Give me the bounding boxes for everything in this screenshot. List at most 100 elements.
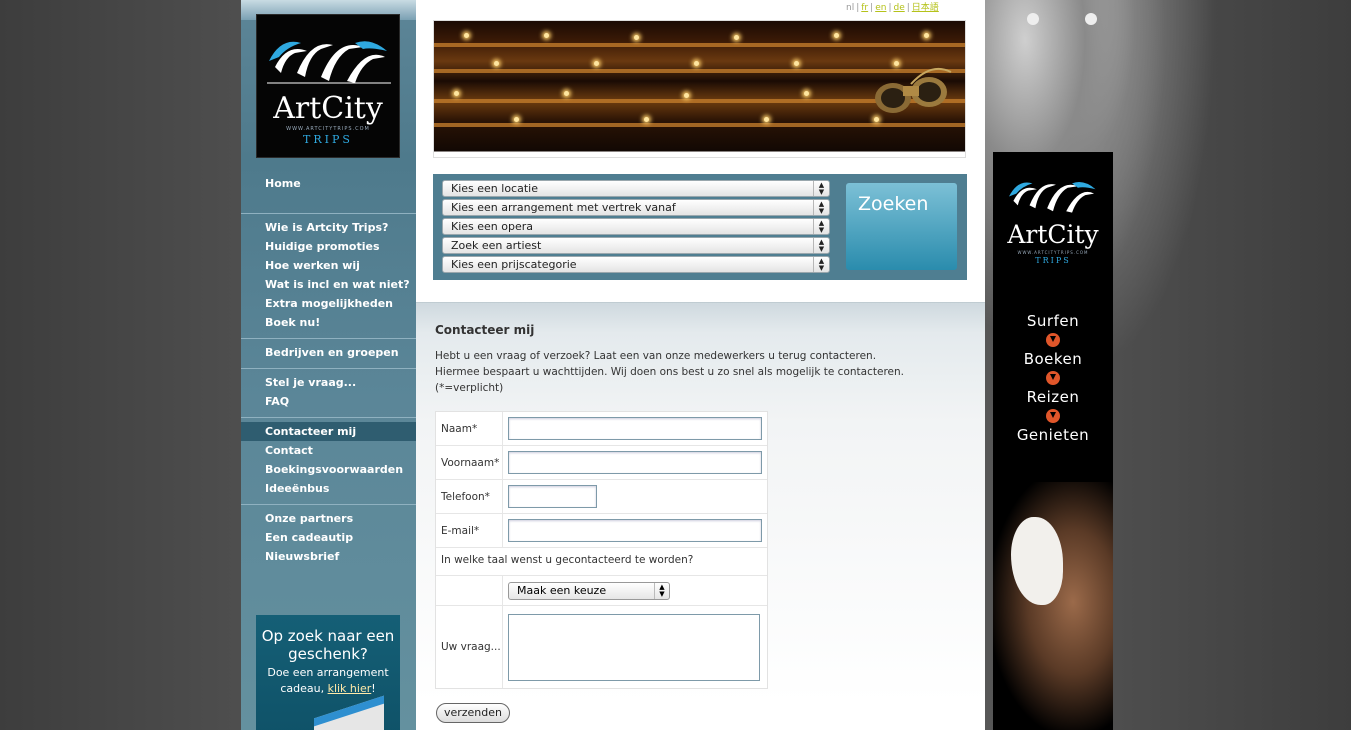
form-row-taal: Maak een keuze ▲ ▼ bbox=[436, 576, 767, 606]
nav-item-hoe-werken-wij[interactable]: Hoe werken wij bbox=[241, 256, 416, 275]
theatre-light bbox=[544, 33, 549, 38]
lang-en[interactable]: en bbox=[875, 3, 886, 13]
arrow-down-icon bbox=[1046, 333, 1060, 347]
artcity-logo[interactable]: ArtCity WWW.ARTCITYTRIPS.COM TRIPS bbox=[256, 14, 400, 158]
naam-input[interactable] bbox=[508, 417, 762, 440]
gift-text: Doe een arrangement cadeau, klik hier! bbox=[256, 665, 400, 697]
lang-fr[interactable]: fr bbox=[861, 3, 868, 13]
ad-logo: ArtCity WWW.ARTCITYTRIPS.COM TRIPS bbox=[993, 172, 1113, 272]
nav-item-nieuwsbrief[interactable]: Nieuwsbrief bbox=[241, 547, 416, 566]
logo-url: WWW.ARTCITYTRIPS.COM bbox=[286, 126, 370, 132]
nav-item-promoties[interactable]: Huidige promoties bbox=[241, 237, 416, 256]
nav-item-inclusief[interactable]: Wat is incl en wat niet? bbox=[241, 275, 416, 294]
opera-select-value: Kies een opera bbox=[451, 220, 534, 233]
search-button[interactable]: Zoeken bbox=[846, 183, 957, 270]
nav-item-partners[interactable]: Onze partners bbox=[241, 509, 416, 528]
telefoon-label: Telefoon* bbox=[436, 480, 503, 513]
opera-house-icon bbox=[267, 41, 391, 84]
vraag-label: Uw vraag... bbox=[436, 606, 503, 688]
submit-button[interactable]: verzenden bbox=[436, 703, 510, 723]
artist-select-value: Zoek een artiest bbox=[451, 239, 542, 252]
nav-item-home[interactable]: Home bbox=[241, 174, 416, 193]
location-select-value: Kies een locatie bbox=[451, 182, 538, 195]
search-button-label: Zoeken bbox=[858, 193, 929, 215]
left-sidebar: ArtCity WWW.ARTCITYTRIPS.COM TRIPS Home … bbox=[241, 0, 416, 730]
gift-text-tail: ! bbox=[371, 682, 376, 695]
vraag-textarea[interactable] bbox=[508, 613, 760, 681]
nav-item-boek-nu[interactable]: Boek nu! bbox=[241, 313, 416, 332]
taal-question-label: In welke taal wenst u gecontacteerd te w… bbox=[441, 554, 694, 566]
theatre-light bbox=[494, 61, 499, 66]
form-row-taal-question: In welke taal wenst u gecontacteerd te w… bbox=[436, 548, 767, 576]
ad-logo-trips: TRIPS bbox=[1035, 256, 1071, 265]
nav-item-voorwaarden[interactable]: Boekingsvoorwaarden bbox=[241, 460, 416, 479]
artist-select[interactable]: Zoek een artiest ▲ ▼ bbox=[442, 237, 830, 254]
select-arrows-icon: ▲ ▼ bbox=[813, 219, 829, 234]
theatre-light bbox=[734, 35, 739, 40]
artcity-ad-banner[interactable]: ArtCity WWW.ARTCITYTRIPS.COM TRIPS Surfe… bbox=[993, 152, 1113, 730]
taal-empty-label bbox=[436, 576, 503, 605]
spotlight bbox=[1027, 13, 1039, 25]
arrangement-select[interactable]: Kies een arrangement met vertrek vanaf ▲… bbox=[442, 199, 830, 216]
voornaam-label: Voornaam* bbox=[436, 446, 503, 479]
nav-item-wie-is-artcity[interactable]: Wie is Artcity Trips? bbox=[241, 218, 416, 237]
logo-trips: TRIPS bbox=[303, 133, 353, 146]
form-row-telefoon: Telefoon* bbox=[436, 480, 767, 514]
theatre-light bbox=[924, 33, 929, 38]
nav-item-contacteer-mij[interactable]: Contacteer mij bbox=[241, 422, 416, 441]
naam-label: Naam* bbox=[436, 412, 503, 445]
language-switcher: nl | fr | en | de | 日本語 bbox=[846, 3, 939, 13]
form-row-naam: Naam* bbox=[436, 412, 767, 446]
voornaam-cell bbox=[503, 446, 767, 479]
lang-ja[interactable]: 日本語 bbox=[912, 3, 939, 13]
nav-item-stel-vraag[interactable]: Stel je vraag... bbox=[241, 373, 416, 392]
nav-item-bedrijven[interactable]: Bedrijven en groepen bbox=[241, 343, 416, 362]
theatre-light bbox=[684, 93, 689, 98]
lang-nl[interactable]: nl bbox=[846, 3, 854, 13]
nav-group-info: Wie is Artcity Trips? Huidige promoties … bbox=[241, 214, 416, 339]
main-navigation: Home Wie is Artcity Trips? Huidige promo… bbox=[241, 170, 416, 572]
naam-cell bbox=[503, 412, 767, 445]
taal-cell: Maak een keuze ▲ ▼ bbox=[503, 576, 767, 605]
nav-group-questions: Stel je vraag... FAQ bbox=[241, 369, 416, 418]
email-label: E-mail* bbox=[436, 514, 503, 547]
nav-item-faq[interactable]: FAQ bbox=[241, 392, 416, 411]
select-arrows-icon: ▲ ▼ bbox=[813, 200, 829, 215]
nav-item-contact[interactable]: Contact bbox=[241, 441, 416, 460]
voornaam-input[interactable] bbox=[508, 451, 762, 474]
logo-wordmark: ArtCity bbox=[273, 91, 383, 126]
nav-item-extra[interactable]: Extra mogelijkheden bbox=[241, 294, 416, 313]
arrow-down-icon bbox=[1046, 371, 1060, 385]
email-input[interactable] bbox=[508, 519, 762, 542]
gift-box-icon bbox=[314, 695, 384, 730]
language-select-value: Maak een keuze bbox=[517, 583, 607, 597]
nav-item-ideeenbus[interactable]: Ideeënbus bbox=[241, 479, 416, 498]
nav-group-contact: Contacteer mij Contact Boekingsvoorwaard… bbox=[241, 418, 416, 505]
opera-house-icon bbox=[1009, 182, 1096, 213]
page-title: Contacteer mij bbox=[435, 323, 535, 337]
location-select[interactable]: Kies een locatie ▲ ▼ bbox=[442, 180, 830, 197]
theatre-light bbox=[464, 33, 469, 38]
price-category-select[interactable]: Kies een prijscategorie ▲ ▼ bbox=[442, 256, 830, 273]
lang-de[interactable]: de bbox=[893, 3, 904, 13]
form-row-voornaam: Voornaam* bbox=[436, 446, 767, 480]
balcony-rail bbox=[434, 43, 965, 47]
theatre-light bbox=[694, 61, 699, 66]
ad-logo-url: WWW.ARTCITYTRIPS.COM bbox=[1017, 250, 1089, 255]
theatre-light bbox=[794, 61, 799, 66]
select-arrows-icon: ▲ ▼ bbox=[813, 238, 829, 253]
nav-group-extra: Onze partners Een cadeautip Nieuwsbrief bbox=[241, 505, 416, 572]
gift-promo-banner[interactable]: Op zoek naar een geschenk? Doe een arran… bbox=[256, 615, 400, 730]
opera-select[interactable]: Kies een opera ▲ ▼ bbox=[442, 218, 830, 235]
intro-line-2: Hiermee bespaart u wachttijden. Wij doen… bbox=[435, 366, 904, 378]
nav-item-cadeautip[interactable]: Een cadeautip bbox=[241, 528, 416, 547]
contact-intro: Hebt u een vraag of verzoek? Laat een va… bbox=[435, 348, 955, 396]
theatre-light bbox=[594, 61, 599, 66]
ad-word-genieten: Genieten bbox=[1016, 426, 1090, 444]
select-arrows-icon: ▲ ▼ bbox=[813, 257, 829, 272]
theatre-light bbox=[514, 117, 519, 122]
gift-link[interactable]: klik hier bbox=[328, 682, 372, 695]
language-select[interactable]: Maak een keuze ▲ ▼ bbox=[508, 581, 670, 600]
theatre-light bbox=[634, 35, 639, 40]
telefoon-input[interactable] bbox=[508, 485, 597, 508]
